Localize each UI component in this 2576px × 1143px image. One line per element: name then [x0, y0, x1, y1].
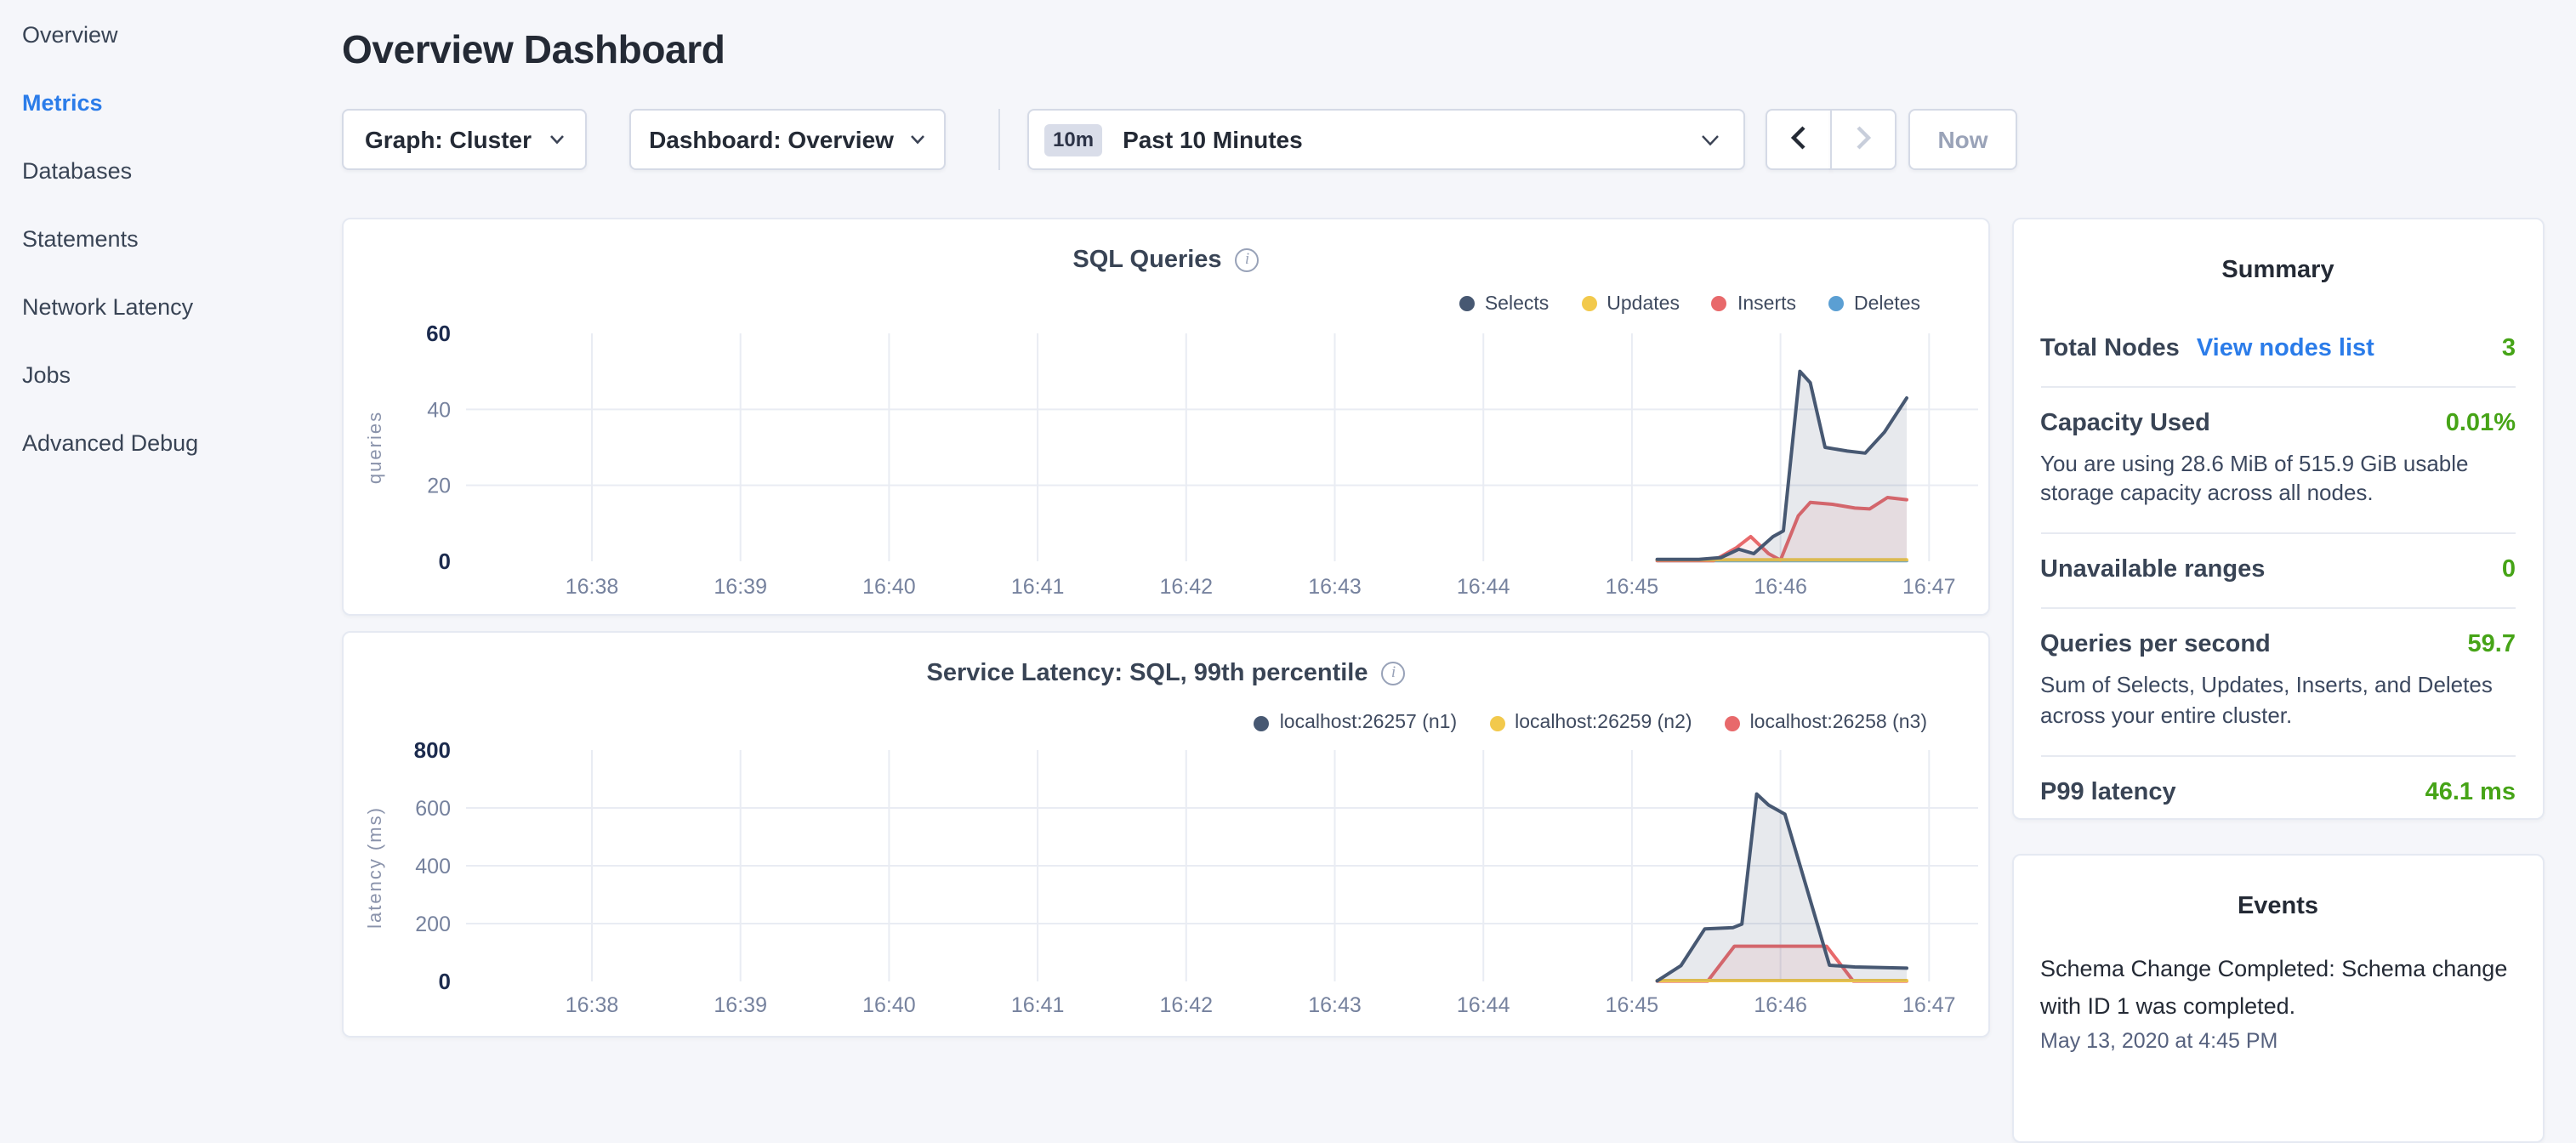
summary-row-label: Capacity Used: [2040, 409, 2210, 436]
svg-text:16:46: 16:46: [1754, 993, 1807, 1017]
admin-ui-root: OverviewMetricsDatabasesStatementsNetwor…: [0, 0, 2576, 1051]
sql-queries-plot: 16:38 16:39 16:40 16:41 16:42 16:43 16:44 16:45…: [344, 219, 1992, 617]
sidebar-item-overview[interactable]: Overview: [22, 0, 320, 68]
svg-text:60: 60: [426, 320, 451, 345]
svg-text:16:47: 16:47: [1902, 993, 1956, 1017]
svg-text:16:38: 16:38: [566, 574, 619, 598]
service-latency-chart-card: Service Latency: SQL, 99th percentile i …: [342, 631, 1990, 1038]
graph-scope-dropdown-label: Graph: Cluster: [365, 126, 532, 153]
chevron-left-icon: [1791, 125, 1806, 154]
graph-scope-dropdown[interactable]: Graph: Cluster: [342, 109, 587, 170]
event-timestamp: May 13, 2020 at 4:45 PM: [2040, 1029, 2516, 1053]
svg-text:16:40: 16:40: [862, 574, 916, 598]
svg-text:16:39: 16:39: [714, 993, 767, 1017]
svg-text:16:40: 16:40: [862, 993, 916, 1017]
sidebar-item-databases[interactable]: Databases: [22, 136, 320, 204]
svg-text:16:39: 16:39: [714, 574, 767, 598]
summary-row-value: 3: [2502, 334, 2516, 361]
now-button-label: Now: [1937, 126, 1987, 153]
now-button[interactable]: Now: [1908, 109, 2017, 170]
svg-text:200: 200: [415, 913, 451, 936]
svg-text:16:41: 16:41: [1011, 993, 1065, 1017]
time-range-badge: 10m: [1044, 123, 1102, 156]
svg-text:16:44: 16:44: [1457, 574, 1510, 598]
event-message: Schema Change Completed: Schema change w…: [2040, 951, 2516, 1024]
events-title: Events: [2040, 893, 2516, 920]
svg-text:40: 40: [427, 397, 451, 421]
svg-text:16:46: 16:46: [1754, 574, 1807, 598]
sidebar-item-advanced-debug[interactable]: Advanced Debug: [22, 408, 320, 476]
summary-row-subtext: Sum of Selects, Updates, Inserts, and De…: [2040, 671, 2516, 732]
summary-row-label: P99 latency: [2040, 780, 2176, 807]
summary-row: Total Nodes View nodes list 3: [2040, 312, 2516, 387]
summary-row-value: 46.1 ms: [2425, 780, 2516, 807]
svg-text:16:43: 16:43: [1308, 574, 1362, 598]
svg-text:16:42: 16:42: [1160, 574, 1214, 598]
summary-row: Unavailable ranges 0: [2040, 535, 2516, 610]
svg-text:400: 400: [415, 855, 451, 879]
svg-text:16:44: 16:44: [1457, 993, 1510, 1017]
summary-title: Summary: [2040, 256, 2516, 283]
sidebar-nav: OverviewMetricsDatabasesStatementsNetwor…: [0, 0, 320, 1051]
summary-row: Queries per second 59.7 Sum of Selects, Up…: [2040, 610, 2516, 758]
summary-row-label: Unavailable ranges: [2040, 557, 2265, 584]
sidebar-item-metrics[interactable]: Metrics: [22, 68, 320, 136]
summary-row-subtext: You are using 28.6 MiB of 515.9 GiB usab…: [2040, 448, 2516, 509]
chevron-down-icon: [549, 134, 564, 145]
svg-text:16:47: 16:47: [1902, 574, 1956, 598]
sidebar-item-network-latency[interactable]: Network Latency: [22, 272, 320, 340]
summary-row: Capacity Used 0.01% You are using 28.6 MiB…: [2040, 387, 2516, 535]
svg-text:20: 20: [427, 474, 451, 498]
dashboard-dropdown[interactable]: Dashboard: Overview: [629, 109, 946, 170]
summary-row-value: 0: [2502, 557, 2516, 584]
summary-row-value: 59.7: [2468, 632, 2516, 659]
svg-text:16:42: 16:42: [1160, 993, 1214, 1017]
events-panel: Events Schema Change Completed: Schema c…: [2011, 854, 2545, 1143]
chevron-down-icon: [911, 134, 926, 145]
event-item: Schema Change Completed: Schema change w…: [2040, 951, 2516, 1053]
controls-divider: [998, 109, 1000, 170]
svg-text:queries: queries: [364, 410, 385, 483]
svg-text:16:45: 16:45: [1606, 993, 1659, 1017]
summary-row-label: Queries per second: [2040, 632, 2271, 659]
svg-text:600: 600: [415, 797, 451, 821]
svg-text:800: 800: [414, 737, 451, 763]
svg-text:0: 0: [439, 969, 451, 994]
svg-text:16:43: 16:43: [1308, 993, 1362, 1017]
svg-text:16:45: 16:45: [1606, 574, 1659, 598]
page-title: Overview Dashboard: [342, 27, 725, 73]
sidebar-item-statements[interactable]: Statements: [22, 204, 320, 272]
dashboard-controls: Graph: Cluster Dashboard: Overview 10m P…: [342, 109, 2017, 170]
summary-row-value: 0.01%: [2446, 409, 2516, 436]
time-step-buttons: [1766, 109, 1896, 170]
summary-row: P99 latency 46.1 ms: [2040, 758, 2516, 831]
chevron-down-icon: [1701, 134, 1720, 145]
time-step-back-button[interactable]: [1766, 109, 1832, 170]
dashboard-dropdown-label: Dashboard: Overview: [649, 126, 894, 153]
summary-row-label: Total Nodes: [2040, 334, 2180, 361]
time-range-label: Past 10 Minutes: [1123, 126, 1303, 153]
view-nodes-list-link[interactable]: View nodes list: [2197, 334, 2374, 361]
svg-text:16:41: 16:41: [1011, 574, 1065, 598]
svg-text:latency (ms): latency (ms): [364, 806, 385, 929]
time-step-forward-button[interactable]: [1830, 109, 1896, 170]
time-range-dropdown[interactable]: 10m Past 10 Minutes: [1027, 109, 1745, 170]
service-latency-plot: 16:38 16:39 16:40 16:41 16:42 16:43 16:44 16:45…: [344, 633, 1992, 1039]
sidebar-item-jobs[interactable]: Jobs: [22, 340, 320, 408]
sql-queries-chart-card: SQL Queries i SelectsUpdatesInsertsDelet…: [342, 217, 1990, 615]
svg-text:16:38: 16:38: [566, 993, 619, 1017]
svg-text:0: 0: [439, 548, 451, 573]
chevron-right-icon: [1856, 125, 1871, 154]
summary-panel: Summary Total Nodes View nodes list 3 Capac…: [2011, 217, 2545, 819]
